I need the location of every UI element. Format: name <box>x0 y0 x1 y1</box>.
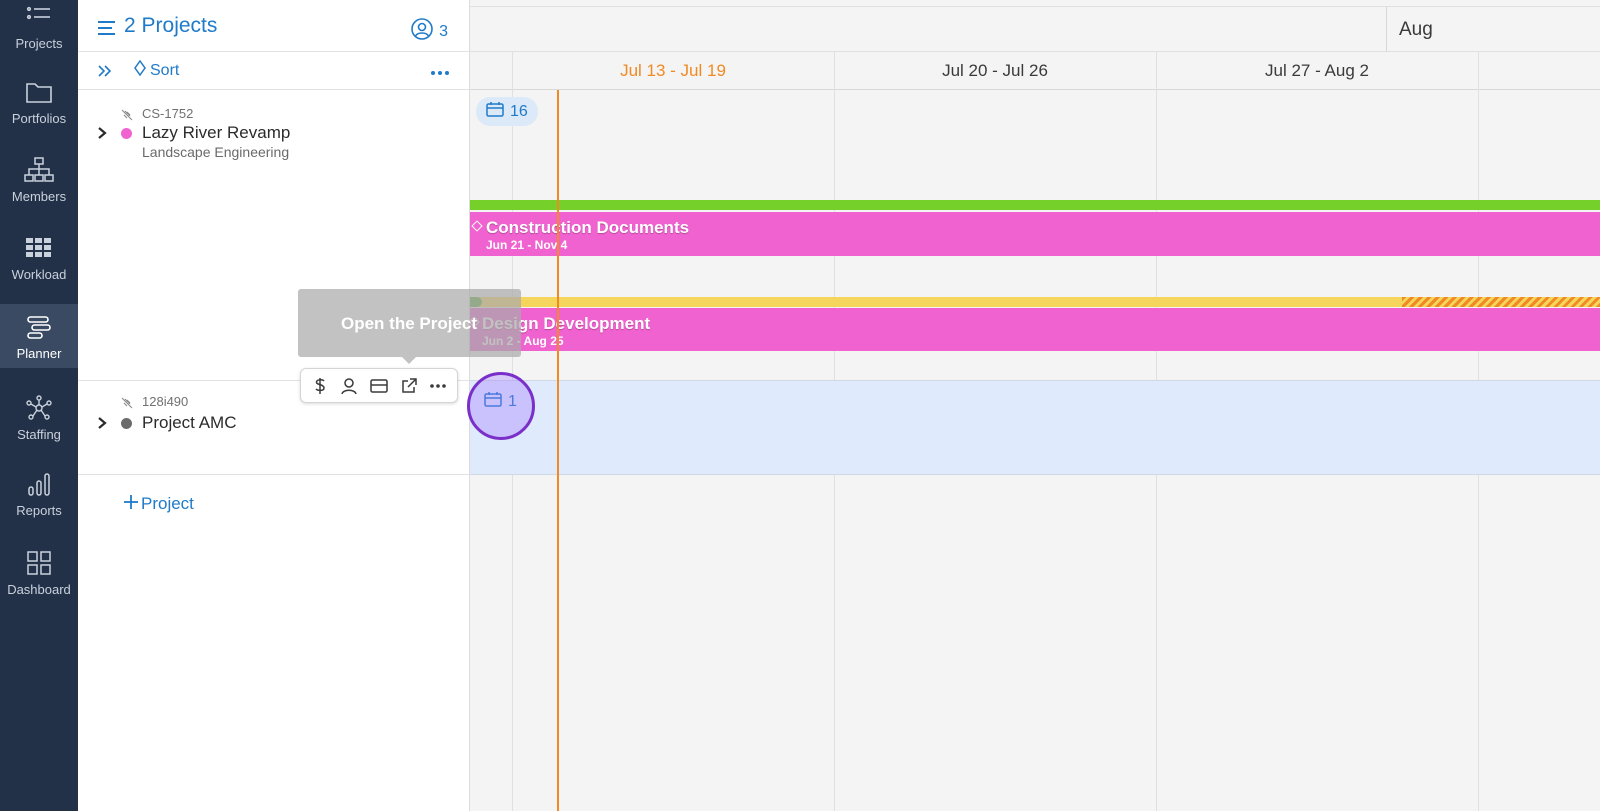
unpin-icon[interactable] <box>121 396 133 409</box>
tooltip-text: Open the Project <box>341 314 478 333</box>
project-name[interactable]: Project AMC <box>142 413 236 433</box>
nav-label: Staffing <box>17 426 61 442</box>
more-options-icon[interactable] <box>430 60 450 81</box>
unpin-icon[interactable] <box>121 108 133 121</box>
project-bar[interactable] <box>470 200 1600 210</box>
project-panel: 2 Projects 3 Sort CS-1752 Lazy River Rev… <box>78 0 470 811</box>
nav-label: Planner <box>16 345 62 361</box>
expand-all-icon[interactable] <box>96 62 114 80</box>
panel-header: 2 Projects 3 <box>78 6 470 52</box>
today-line <box>557 90 559 811</box>
folder-icon <box>24 77 54 107</box>
project-code: CS-1752 <box>142 106 194 121</box>
project-code: 128i490 <box>142 394 189 409</box>
sort-label: Sort <box>150 61 180 79</box>
nav-staffing[interactable]: Staffing <box>0 386 78 448</box>
more-options-icon[interactable] <box>426 374 450 398</box>
page-title: 2 Projects <box>124 14 218 37</box>
month-header: Aug <box>470 6 1600 53</box>
bar-chart-icon <box>24 469 54 499</box>
timeline: Aug Jul 13 - Jul 19 Jul 20 - Jul 26 Jul … <box>470 0 1600 811</box>
week-header: Jul 13 - Jul 19 Jul 20 - Jul 26 Jul 27 -… <box>470 52 1600 90</box>
week-label: Jul 27 - Aug 2 <box>1265 61 1369 80</box>
add-project-label: Project <box>141 494 194 513</box>
app: Projects Portfolios Members Workload Pla <box>0 0 1600 811</box>
open-external-icon[interactable] <box>397 374 421 398</box>
nav-workload[interactable]: Workload <box>0 226 78 288</box>
phase-bar[interactable]: Design Development Jun 2 - Aug 25 <box>470 308 1600 351</box>
phase-dates: Jun 21 - Nov 4 <box>486 238 568 252</box>
add-project-button[interactable]: Project <box>124 494 194 514</box>
user-icon[interactable] <box>337 374 361 398</box>
planner-icon <box>24 312 54 342</box>
project-client: Landscape Engineering <box>142 144 290 160</box>
nav-portfolios[interactable]: Portfolios <box>0 70 78 132</box>
tooltip: Open the Project <box>298 289 521 357</box>
chevron-right-icon[interactable] <box>96 126 108 140</box>
list-icon <box>24 2 54 32</box>
member-count-button[interactable]: 3 <box>411 18 448 45</box>
month-label: Aug <box>1386 7 1433 53</box>
nav-label: Workload <box>11 266 67 282</box>
plus-icon <box>124 494 138 514</box>
milestone-diamond-icon <box>471 220 483 232</box>
left-nav: Projects Portfolios Members Workload Pla <box>0 0 78 811</box>
sort-icon <box>134 59 146 81</box>
user-circle-icon <box>411 18 433 45</box>
overdue-hatch <box>1402 297 1600 307</box>
nav-dashboard[interactable]: Dashboard <box>0 540 78 604</box>
click-indicator <box>467 372 535 440</box>
nav-label: Reports <box>16 502 62 518</box>
project-name[interactable]: Lazy River Revamp <box>142 123 290 143</box>
week-label: A <box>1478 52 1600 90</box>
chevron-right-icon[interactable] <box>96 416 108 430</box>
hamburger-icon[interactable] <box>98 20 116 36</box>
status-dot <box>121 418 132 429</box>
sort-button[interactable]: Sort <box>134 59 180 81</box>
nav-reports[interactable]: Reports <box>0 462 78 524</box>
card-icon[interactable] <box>367 374 391 398</box>
tooltip-arrow <box>402 357 416 364</box>
week-label: Jul 20 - Jul 26 <box>942 61 1048 80</box>
calendar-icon <box>486 101 504 122</box>
phase-count-badge[interactable]: 16 <box>476 97 538 126</box>
org-chart-icon <box>24 155 54 185</box>
budget-dollar-icon[interactable] <box>308 374 332 398</box>
week-label: Jul 13 - Jul 19 <box>620 61 726 80</box>
nav-label: Portfolios <box>11 110 67 126</box>
phase-name: Construction Documents <box>486 218 690 237</box>
network-icon <box>24 393 54 423</box>
badge-count: 16 <box>510 102 528 120</box>
phase-bar[interactable]: Construction Documents Jun 21 - Nov 4 <box>470 212 1600 256</box>
nav-label: Projects <box>15 35 63 51</box>
member-count-value: 3 <box>439 22 448 40</box>
row-actions-toolbar <box>300 368 458 403</box>
nav-projects[interactable]: Projects <box>0 0 78 52</box>
dashboard-icon <box>24 548 54 578</box>
timeline-row-selected[interactable] <box>470 380 1600 475</box>
grid-icon <box>24 233 54 263</box>
status-dot <box>121 128 132 139</box>
nav-label: Dashboard <box>7 581 71 597</box>
nav-label: Members <box>11 188 67 204</box>
nav-members[interactable]: Members <box>0 148 78 210</box>
nav-planner[interactable]: Planner <box>0 304 78 368</box>
panel-toolbar: Sort <box>78 52 470 90</box>
